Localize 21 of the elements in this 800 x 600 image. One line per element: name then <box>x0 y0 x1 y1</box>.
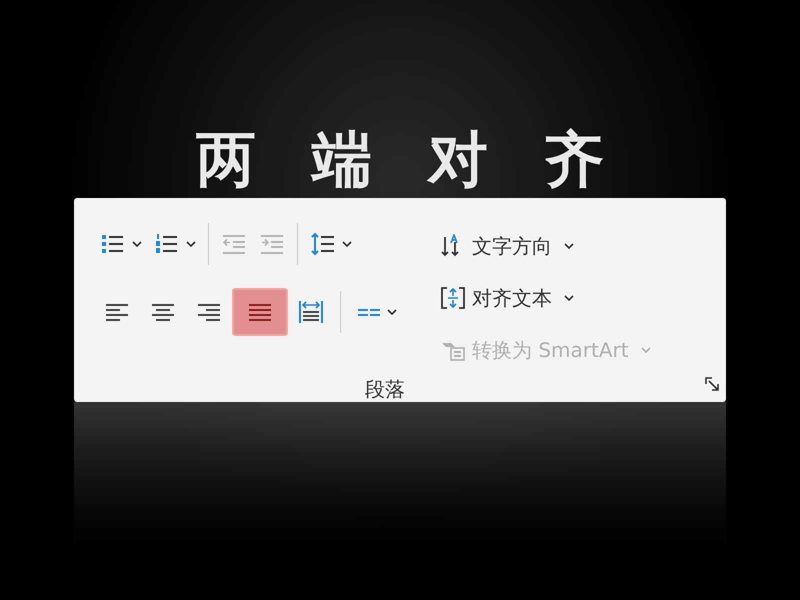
distributed-icon <box>298 300 324 324</box>
align-text-icon <box>440 286 466 310</box>
caret-icon <box>186 241 196 247</box>
caret-icon <box>640 347 651 353</box>
columns-icon <box>357 308 381 316</box>
line-spacing-icon <box>310 232 336 256</box>
caret-icon <box>132 241 142 247</box>
numbered-list-icon <box>154 232 180 256</box>
page-heading: 两端对齐 <box>195 124 660 197</box>
caret-icon <box>564 243 574 249</box>
decrease-indent-icon <box>221 232 247 256</box>
increase-indent-icon <box>259 232 285 256</box>
caret-icon <box>387 309 397 315</box>
text-command-button[interactable]: 对齐文本 <box>434 274 657 322</box>
align-button[interactable] <box>232 288 288 336</box>
caret-icon <box>564 295 574 301</box>
dialog-launcher-icon[interactable] <box>704 376 720 392</box>
bullet-list-icon <box>100 232 126 256</box>
group-label: 段落 <box>365 376 405 403</box>
text-command-button[interactable]: 文字方向 <box>434 222 657 270</box>
caret-icon <box>342 241 352 247</box>
